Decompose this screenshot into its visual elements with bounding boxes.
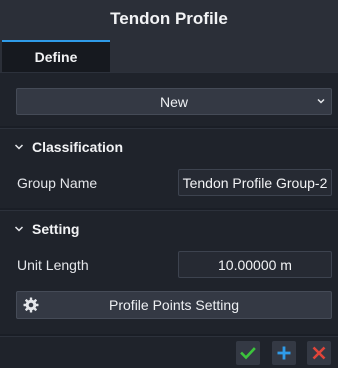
confirm-button[interactable] xyxy=(236,341,260,365)
profile-points-setting-label: Profile Points Setting xyxy=(109,297,239,313)
gear-icon xyxy=(23,297,39,313)
profile-points-setting-button[interactable]: Profile Points Setting xyxy=(16,291,332,319)
group-name-label: Group Name xyxy=(17,175,98,191)
cancel-button[interactable] xyxy=(307,341,331,365)
classification-header-label: Classification xyxy=(32,139,124,155)
unit-length-field[interactable] xyxy=(178,251,332,278)
window-title: Tendon Profile xyxy=(110,9,228,28)
footer-bar xyxy=(0,336,338,368)
tab-define[interactable]: Define xyxy=(2,40,110,72)
chevron-down-icon xyxy=(14,226,24,232)
plus-icon xyxy=(277,346,291,360)
checkmark-icon xyxy=(240,347,256,360)
unit-length-label: Unit Length xyxy=(17,257,89,273)
close-icon xyxy=(312,346,326,360)
setting-header-label: Setting xyxy=(32,221,80,237)
group-name-field[interactable] xyxy=(178,169,332,196)
mode-section: New xyxy=(0,72,338,126)
chevron-down-icon xyxy=(317,98,325,104)
setting-header[interactable]: Setting xyxy=(14,221,79,237)
classification-header[interactable]: Classification xyxy=(14,139,123,155)
chevron-down-icon xyxy=(14,144,24,150)
tab-bar: Define xyxy=(0,38,338,72)
setting-section: Setting Unit Length Profile Points Setti… xyxy=(0,210,338,334)
classification-section: Classification Group Name xyxy=(0,128,338,208)
mode-dropdown[interactable]: New xyxy=(16,88,332,115)
mode-dropdown-value: New xyxy=(159,93,188,110)
title-bar: Tendon Profile xyxy=(0,0,338,38)
add-button[interactable] xyxy=(272,341,296,365)
